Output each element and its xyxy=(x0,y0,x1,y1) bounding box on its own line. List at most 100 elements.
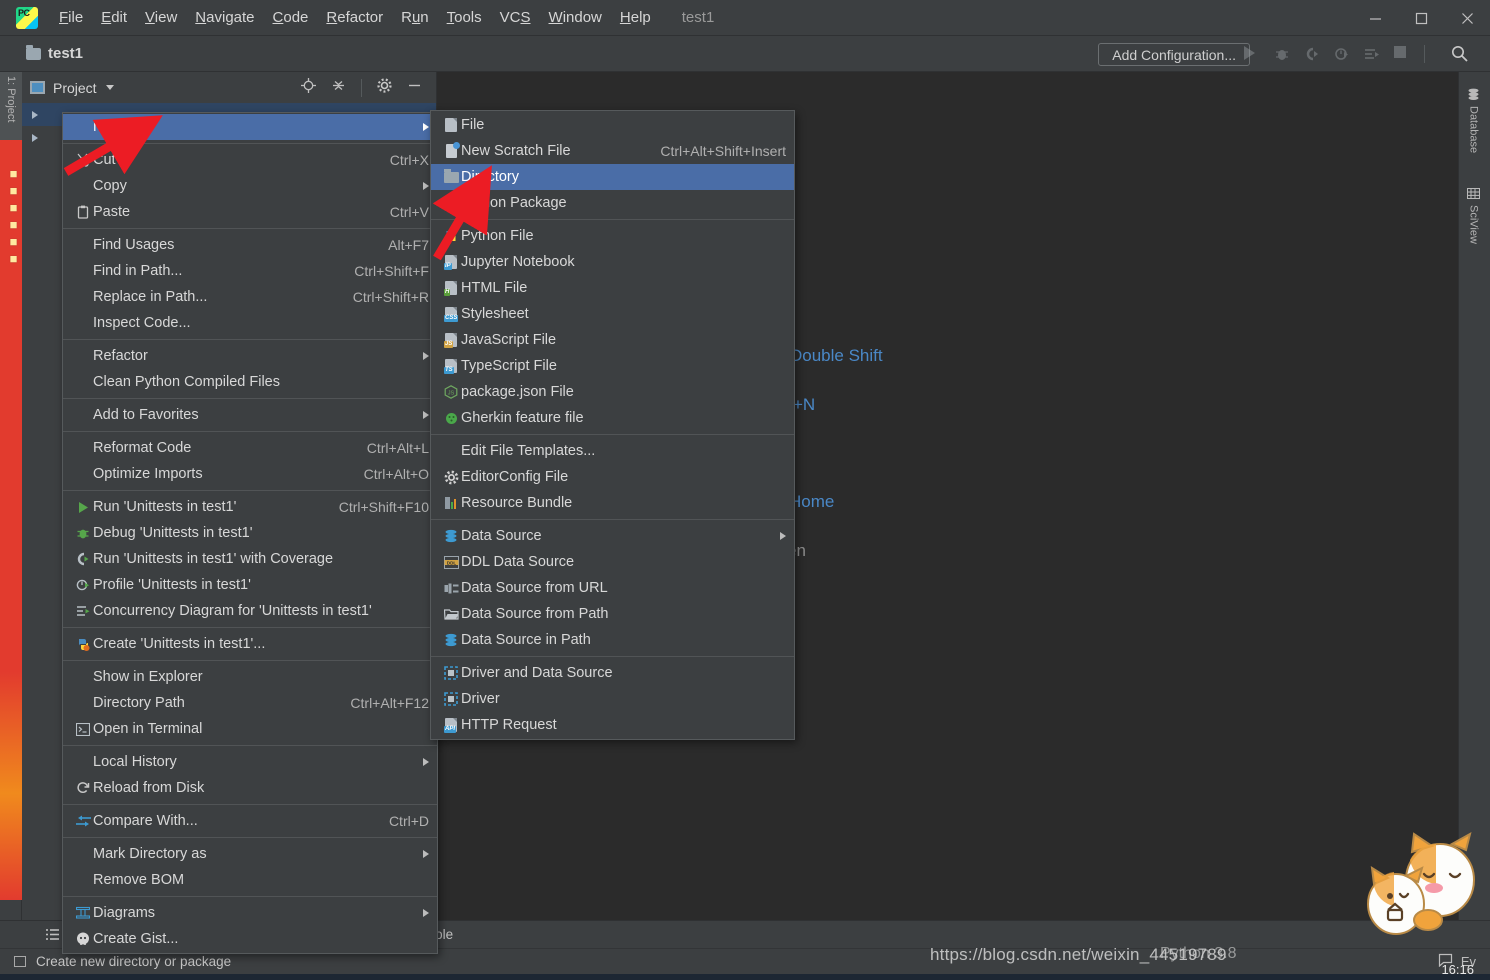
menu-item-new[interactable]: New xyxy=(63,114,437,140)
search-everywhere-icon[interactable] xyxy=(1451,45,1468,62)
submenu-item-new-scratch-file[interactable]: New Scratch File Ctrl+Alt+Shift+Insert xyxy=(431,138,794,164)
submenu-item-package-json-file[interactable]: JS package.json File xyxy=(431,379,794,405)
menu-item-find-in-path[interactable]: Find in Path... Ctrl+Shift+F xyxy=(63,258,437,284)
chevron-right-icon[interactable] xyxy=(32,133,38,142)
submenu-item-javascript-file[interactable]: JS JavaScript File xyxy=(431,327,794,353)
menu-item-concurrency-diagram[interactable]: Concurrency Diagram for 'Unittests in te… xyxy=(63,598,437,624)
menu-item-compare-with[interactable]: Compare With... Ctrl+D xyxy=(63,808,437,834)
run-concurrency-icon[interactable] xyxy=(1364,46,1380,62)
menu-code[interactable]: Code xyxy=(264,7,318,28)
stop-icon[interactable] xyxy=(1394,46,1410,62)
submenu-item-data-source-from-url[interactable]: Data Source from URL xyxy=(431,575,794,601)
menu-item-diagrams[interactable]: Diagrams xyxy=(63,900,437,926)
run-icon[interactable] xyxy=(1244,46,1260,62)
menu-separator xyxy=(63,398,437,399)
menu-item-clean-python-compiled-files[interactable]: Clean Python Compiled Files xyxy=(63,369,437,395)
menu-file[interactable]: File xyxy=(50,7,92,28)
menu-navigate[interactable]: Navigate xyxy=(186,7,263,28)
submenu-item-ddl-data-source[interactable]: DDL DDL Data Source xyxy=(431,549,794,575)
chevron-right-icon[interactable] xyxy=(32,110,38,119)
submenu-item-html-file[interactable]: H HTML File xyxy=(431,275,794,301)
menu-item-run-unittests[interactable]: Run 'Unittests in test1' Ctrl+Shift+F10 xyxy=(63,494,437,520)
submenu-item-python-package[interactable]: Python Package xyxy=(431,190,794,216)
submenu-item-http-request[interactable]: API HTTP Request xyxy=(431,712,794,738)
menu-separator xyxy=(63,228,437,229)
submenu-item-data-source-in-path[interactable]: Data Source in Path xyxy=(431,627,794,653)
menu-item-reload-from-disk[interactable]: Reload from Disk xyxy=(63,775,437,801)
menu-item-reformat-code[interactable]: Reformat Code Ctrl+Alt+L xyxy=(63,435,437,461)
menu-item-label: New xyxy=(93,119,123,135)
profile-icon[interactable] xyxy=(1334,46,1350,62)
submenu-item-typescript-file[interactable]: TS TypeScript File xyxy=(431,353,794,379)
menu-item-label: Concurrency Diagram for 'Unittests in te… xyxy=(93,603,372,619)
menu-item-remove-bom[interactable]: Remove BOM xyxy=(63,867,437,893)
submenu-item-resource-bundle[interactable]: Resource Bundle xyxy=(431,490,794,516)
submenu-item-gherkin-feature-file[interactable]: Gherkin feature file xyxy=(431,405,794,431)
submenu-item-python-file[interactable]: Python File xyxy=(431,223,794,249)
menu-item-mark-directory-as[interactable]: Mark Directory as xyxy=(63,841,437,867)
menu-item-label: Remove BOM xyxy=(93,872,185,888)
submenu-item-driver[interactable]: Driver xyxy=(431,686,794,712)
menu-item-find-usages[interactable]: Find Usages Alt+F7 xyxy=(63,232,437,258)
menu-window[interactable]: Window xyxy=(540,7,611,28)
menu-vcs[interactable]: VCS xyxy=(491,7,540,28)
menu-item-profile-unittests[interactable]: Profile 'Unittests in test1' xyxy=(63,572,437,598)
settings-gear-icon[interactable] xyxy=(377,77,392,98)
submenu-arrow-icon xyxy=(780,532,786,540)
menu-item-cut[interactable]: Cut Ctrl+X xyxy=(63,147,437,173)
menu-item-open-in-terminal[interactable]: Open in Terminal xyxy=(63,716,437,742)
menu-run[interactable]: Run xyxy=(392,7,438,28)
chevron-down-icon[interactable] xyxy=(105,85,114,90)
menu-item-refactor[interactable]: Refactor xyxy=(63,343,437,369)
locate-icon[interactable] xyxy=(301,77,316,98)
menu-refactor[interactable]: Refactor xyxy=(317,7,392,28)
submenu-item-file[interactable]: File xyxy=(431,112,794,138)
menu-item-show-in-explorer[interactable]: Show in Explorer xyxy=(63,664,437,690)
menu-item-create-gist[interactable]: Create Gist... xyxy=(63,926,437,952)
menu-item-local-history[interactable]: Local History xyxy=(63,749,437,775)
close-button[interactable] xyxy=(1444,0,1490,36)
run-with-coverage-icon[interactable] xyxy=(1304,46,1320,62)
menu-separator xyxy=(431,434,794,435)
menu-tools[interactable]: Tools xyxy=(438,7,491,28)
minimize-button[interactable] xyxy=(1352,0,1398,36)
title-bar: PC File Edit View Navigate Code Refactor… xyxy=(0,0,1490,36)
npm-json-icon: JS xyxy=(441,385,461,399)
submenu-item-data-source[interactable]: Data Source xyxy=(431,523,794,549)
menu-separator xyxy=(63,837,437,838)
menu-item-debug-unittests[interactable]: Debug 'Unittests in test1' xyxy=(63,520,437,546)
maximize-button[interactable] xyxy=(1398,0,1444,36)
menu-separator xyxy=(63,143,437,144)
submenu-item-jupyter-notebook[interactable]: IP Jupyter Notebook xyxy=(431,249,794,275)
menu-item-label: Create Gist... xyxy=(93,931,179,947)
collapse-all-icon[interactable] xyxy=(331,78,346,98)
menu-edit[interactable]: Edit xyxy=(92,7,136,28)
menu-item-inspect-code[interactable]: Inspect Code... xyxy=(63,310,437,336)
debug-icon[interactable] xyxy=(1274,46,1290,62)
sidebar-item-sciview[interactable]: SciView xyxy=(1467,187,1480,244)
breadcrumb[interactable]: test1 xyxy=(26,44,83,62)
menu-item-paste[interactable]: Paste Ctrl+V xyxy=(63,199,437,225)
ddl-icon: DDL xyxy=(441,555,461,569)
submenu-item-editorconfig-file[interactable]: EditorConfig File xyxy=(431,464,794,490)
sidebar-item-database[interactable]: Database xyxy=(1467,88,1480,153)
menu-view[interactable]: View xyxy=(136,7,186,28)
submenu-item-driver-and-data-source[interactable]: Driver and Data Source xyxy=(431,660,794,686)
add-configuration-button[interactable]: Add Configuration... xyxy=(1098,43,1250,66)
menu-item-add-to-favorites[interactable]: Add to Favorites xyxy=(63,402,437,428)
menu-item-directory-path[interactable]: Directory Path Ctrl+Alt+F12 xyxy=(63,690,437,716)
submenu-item-edit-file-templates[interactable]: Edit File Templates... xyxy=(431,438,794,464)
menu-item-replace-in-path[interactable]: Replace in Path... Ctrl+Shift+R xyxy=(63,284,437,310)
submenu-item-stylesheet[interactable]: CSS Stylesheet xyxy=(431,301,794,327)
menu-item-copy[interactable]: Copy xyxy=(63,173,437,199)
python-file-icon xyxy=(441,229,461,243)
menu-item-run-with-coverage[interactable]: Run 'Unittests in test1' with Coverage xyxy=(63,546,437,572)
menu-item-shortcut: Ctrl+Shift+F xyxy=(354,263,429,279)
hide-icon[interactable] xyxy=(407,78,422,98)
submenu-item-directory[interactable]: Directory xyxy=(431,164,794,190)
tool-window-icon[interactable] xyxy=(14,956,26,967)
menu-item-optimize-imports[interactable]: Optimize Imports Ctrl+Alt+O xyxy=(63,461,437,487)
submenu-item-data-source-from-path[interactable]: Data Source from Path xyxy=(431,601,794,627)
menu-help[interactable]: Help xyxy=(611,7,660,28)
menu-item-create-unittests-config[interactable]: Create 'Unittests in test1'... xyxy=(63,631,437,657)
